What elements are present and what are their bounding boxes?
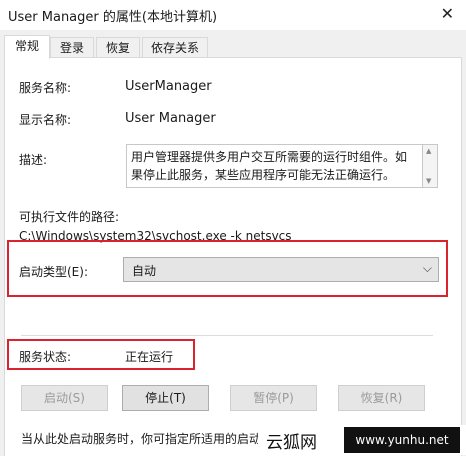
- start-button[interactable]: 启动(S): [21, 385, 108, 411]
- display-name-label: 显示名称:: [19, 113, 72, 127]
- close-icon[interactable]: ✕: [441, 4, 454, 23]
- startup-type-label: 启动类型(E):: [19, 265, 88, 279]
- description-label: 描述:: [19, 153, 48, 167]
- service-status-label: 服务状态:: [19, 350, 72, 364]
- scroll-down-icon[interactable]: ▼: [426, 177, 431, 185]
- watermark-site-name: 云狐网: [266, 433, 317, 453]
- service-status-value: 正在运行: [125, 350, 174, 364]
- service-name-value: UserManager: [125, 79, 212, 94]
- stop-button[interactable]: 停止(T): [122, 385, 209, 411]
- scroll-up-icon[interactable]: ▲: [426, 147, 431, 155]
- service-name-label: 服务名称:: [19, 81, 72, 95]
- watermark: 云狐网 www.yunhu.net: [258, 425, 466, 455]
- display-name-value: User Manager: [125, 111, 216, 126]
- tab-dependencies[interactable]: 依存关系: [142, 37, 208, 58]
- divider: [21, 335, 433, 336]
- startup-type-select[interactable]: 自动 ⌵: [123, 257, 439, 282]
- startup-type-value: 自动: [132, 264, 157, 278]
- description-textbox[interactable]: 用户管理器提供多用户交互所需要的运行时组件。如果停止此服务，某些应用程序可能无法…: [126, 144, 423, 188]
- chevron-down-icon: ⌵: [422, 261, 432, 275]
- exe-path-label: 可执行文件的路径:: [19, 210, 120, 224]
- tab-general[interactable]: 常规: [4, 35, 50, 59]
- resume-button[interactable]: 恢复(R): [338, 385, 425, 411]
- tab-logon[interactable]: 登录: [50, 37, 94, 58]
- window-title: User Manager 的属性(本地计算机): [8, 10, 218, 25]
- tab-recovery[interactable]: 恢复: [96, 37, 140, 58]
- description-scrollbar[interactable]: ▲ ▼: [423, 144, 438, 188]
- startup-hint-text: 当从此处启动服务时，你可指定所适用的启动: [21, 432, 262, 446]
- watermark-url: www.yunhu.net: [344, 427, 460, 453]
- general-panel: 服务名称: UserManager 显示名称: User Manager 描述:…: [4, 57, 462, 456]
- title-bar: User Manager 的属性(本地计算机) ✕: [0, 0, 466, 30]
- pause-button[interactable]: 暂停(P): [230, 385, 317, 411]
